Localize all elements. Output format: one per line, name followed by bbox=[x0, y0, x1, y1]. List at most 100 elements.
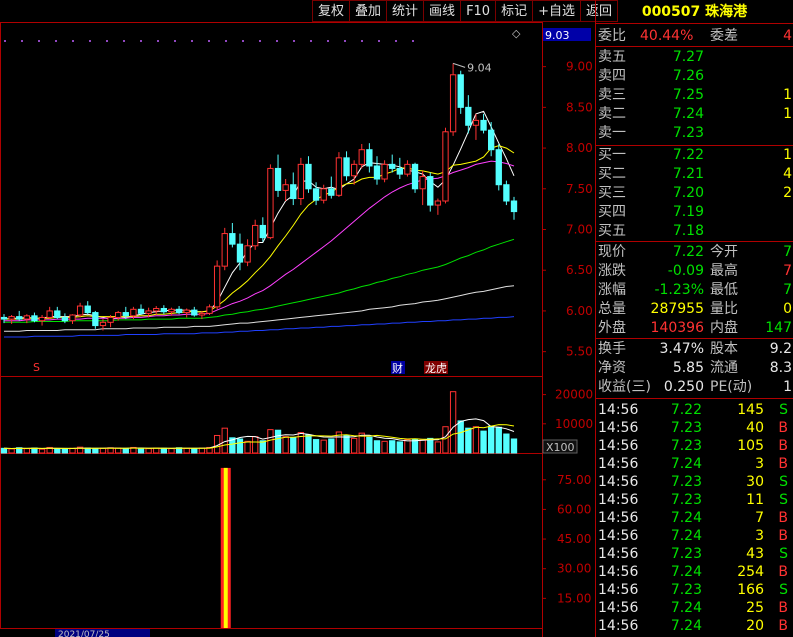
volume-bar bbox=[236, 438, 244, 454]
ind-tick-label: 30.00 bbox=[557, 562, 591, 576]
peak-label: 9.04 bbox=[467, 61, 492, 74]
cai-marker: 财 bbox=[392, 361, 403, 375]
candle-body bbox=[69, 314, 76, 322]
tick-row: 14:56 7.24 254 B bbox=[596, 563, 793, 581]
bid-volume: 2 bbox=[783, 185, 792, 201]
ask-price: 7.26 bbox=[672, 68, 704, 84]
tick-row: 14:56 7.23 166 S bbox=[596, 581, 793, 599]
quote-label-2: 量比 bbox=[710, 301, 738, 317]
tick-row: 14:56 7.24 3 B bbox=[596, 527, 793, 545]
volume-bar bbox=[366, 436, 373, 454]
candle-body bbox=[312, 188, 320, 201]
ask-volume: 1 bbox=[783, 106, 792, 122]
candle-body bbox=[252, 224, 259, 247]
weicha-value: 4 bbox=[783, 28, 792, 44]
toolbar-button-1[interactable]: 叠加 bbox=[350, 0, 388, 22]
volume-bar bbox=[54, 448, 61, 454]
tick-price: 7.23 bbox=[670, 438, 702, 454]
tick-price: 7.24 bbox=[670, 528, 702, 544]
volume-bar bbox=[274, 429, 282, 454]
candle-body bbox=[0, 316, 8, 320]
bid-volume: 1 bbox=[783, 147, 792, 163]
stock-header: 000507 珠海港 bbox=[596, 0, 793, 24]
weibi-label: 委比 bbox=[598, 28, 626, 44]
tick-row: 14:56 7.24 7 B bbox=[596, 509, 793, 527]
toolbar-button-2[interactable]: 统计 bbox=[387, 0, 425, 22]
bid-label: 买三 bbox=[598, 185, 626, 201]
candle-body bbox=[168, 308, 175, 313]
toolbar: 复权 叠加 统计 画线 F10 标记 +自选 返回 bbox=[312, 0, 619, 22]
tick-volume: 25 bbox=[746, 600, 764, 616]
main-chart[interactable]: 9.00 8.50 8.00 7.50 7.00 6.50 6.00 5.50 9.04 9.03… bbox=[0, 0, 595, 637]
volume-bar bbox=[137, 447, 145, 454]
candle-body bbox=[244, 245, 251, 263]
candle-body bbox=[366, 149, 373, 167]
divider bbox=[596, 338, 793, 339]
bid-label: 买四 bbox=[598, 204, 626, 220]
toolbar-button-4[interactable]: F10 bbox=[461, 0, 497, 22]
volume-bar bbox=[191, 448, 198, 454]
fund-row: 收益(三) 0.250 PE(动) 1 bbox=[596, 378, 793, 396]
quote-value-2: 147 bbox=[765, 320, 792, 336]
ind-tick-label: 60.00 bbox=[557, 502, 591, 516]
top-dot-marker bbox=[140, 40, 142, 42]
tick-volume: 43 bbox=[746, 546, 764, 562]
tick-row: 14:56 7.23 11 S bbox=[596, 491, 793, 509]
toolbar-button-5[interactable]: 标记 bbox=[496, 0, 534, 22]
bid-row: 买三 7.20 2 bbox=[596, 184, 793, 202]
candle-body bbox=[160, 307, 168, 313]
x100-badge: X100 bbox=[546, 441, 575, 454]
volume-bar bbox=[84, 447, 91, 454]
price-tag: 9.03 bbox=[545, 29, 570, 42]
quote-value-2: 0 bbox=[783, 301, 792, 317]
volume-bar bbox=[442, 426, 449, 454]
tick-time: 14:56 bbox=[598, 528, 639, 544]
candle-body bbox=[510, 200, 518, 213]
candle-body bbox=[419, 176, 426, 190]
toolbar-button-6[interactable]: +自选 bbox=[533, 0, 582, 22]
tick-direction: S bbox=[779, 492, 788, 508]
tick-price: 7.24 bbox=[670, 600, 702, 616]
volume-bar bbox=[99, 447, 107, 454]
candle-body bbox=[427, 176, 434, 206]
tick-price: 7.23 bbox=[670, 582, 702, 598]
tick-time: 14:56 bbox=[598, 438, 639, 454]
ask-label: 卖二 bbox=[598, 106, 626, 122]
fund-value: 5.85 bbox=[672, 360, 704, 376]
top-dot-marker bbox=[174, 40, 176, 42]
toolbar-button-3[interactable]: 画线 bbox=[424, 0, 462, 22]
candle-body bbox=[8, 316, 15, 320]
volume-bar bbox=[290, 437, 297, 454]
volume-bar bbox=[244, 440, 251, 454]
tick-direction: B bbox=[778, 438, 788, 454]
volume-bar bbox=[350, 437, 358, 454]
ma-line-ma250 bbox=[4, 316, 515, 338]
tick-row: 14:56 7.23 105 B bbox=[596, 437, 793, 455]
vol-tick-label: 20000 bbox=[555, 388, 593, 402]
tick-row: 14:56 7.23 30 S bbox=[596, 473, 793, 491]
fund-row: 净资 5.85 流通 8.3 bbox=[596, 359, 793, 377]
fund-label-2: PE(动) bbox=[710, 379, 753, 395]
candle-body bbox=[404, 163, 411, 175]
volume-bar bbox=[92, 448, 99, 454]
fund-value-2: 1 bbox=[783, 379, 792, 395]
quote-label-2: 最低 bbox=[710, 282, 738, 298]
candle-body bbox=[175, 308, 183, 314]
candle-body bbox=[457, 74, 464, 108]
bid-row: 买四 7.19 bbox=[596, 203, 793, 221]
toolbar-button-0[interactable]: 复权 bbox=[312, 0, 351, 22]
top-dot-marker bbox=[378, 40, 380, 42]
candle-body bbox=[381, 163, 388, 180]
volume-bar bbox=[282, 436, 289, 454]
ask-label: 卖四 bbox=[598, 68, 626, 84]
quote-row: 涨幅 -1.23% 最低 7 bbox=[596, 281, 793, 299]
candle-body bbox=[99, 321, 107, 327]
quote-value-2: 7 bbox=[783, 263, 792, 279]
candle-body bbox=[76, 305, 84, 316]
quote-row: 现价 7.22 今开 7 bbox=[596, 243, 793, 261]
bid-price: 7.20 bbox=[672, 185, 704, 201]
candle-body bbox=[373, 165, 381, 180]
tick-direction: B bbox=[778, 564, 788, 580]
volume-bar bbox=[457, 420, 464, 454]
volume-bar bbox=[427, 437, 434, 454]
